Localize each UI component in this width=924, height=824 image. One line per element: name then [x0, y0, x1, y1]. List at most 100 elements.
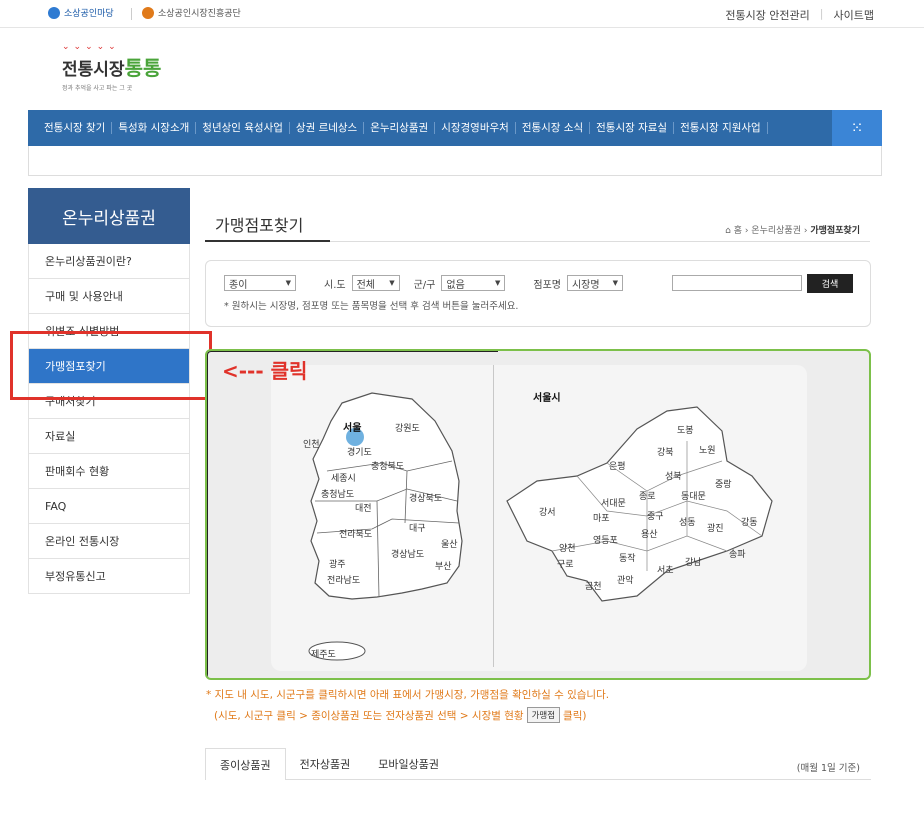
- keyword-input[interactable]: [672, 275, 802, 291]
- side-item-faq[interactable]: FAQ: [28, 489, 190, 524]
- side-menu-title: 온누리상품권: [28, 188, 190, 244]
- seoul-label-seocho[interactable]: 서초: [657, 565, 674, 576]
- seoul-label-jungnang[interactable]: 중랑: [715, 478, 732, 490]
- breadcrumb: ⌂ 홈 › 온누리상품권 › 가맹점포찾기: [725, 226, 860, 236]
- tab-mobile-voucher[interactable]: 모바일상품권: [364, 748, 453, 780]
- logo-title-a: 전통시장: [62, 60, 125, 80]
- side-item-online-market[interactable]: 온라인 전통시장: [28, 524, 190, 559]
- map-label-ulsan[interactable]: 울산: [441, 539, 458, 550]
- utility-bar: 소상공인마당 소상공인시장진흥공단 전통시장 안전관리 | 사이트맵: [0, 0, 924, 28]
- seoul-label-seodaemun[interactable]: 서대문: [601, 498, 626, 509]
- seoul-map[interactable]: [506, 406, 773, 602]
- seoul-label-yeongdeungpo[interactable]: 영등포: [593, 535, 618, 546]
- nav-item-archive[interactable]: 전통시장 자료실: [590, 122, 675, 134]
- semas-logo[interactable]: 소상공인시장진흥공단: [142, 6, 241, 19]
- breadcrumb-home[interactable]: 홈: [734, 226, 742, 236]
- nav-item-young-merchant[interactable]: 청년상인 육성사업: [196, 122, 290, 134]
- nav-item-news[interactable]: 전통시장 소식: [516, 122, 591, 134]
- notice-steps-text: (시도, 시군구 클릭 > 종이상품권 또는 전자상품권 선택 > 시장별 현황: [214, 709, 524, 722]
- seoul-label-seongdong[interactable]: 성동: [679, 517, 696, 528]
- seoul-label-songpa[interactable]: 송파: [729, 549, 746, 560]
- store-label: 점포명: [533, 279, 561, 291]
- sosang-madang-logo[interactable]: 소상공인마당: [48, 6, 114, 19]
- seoul-label-gwanak[interactable]: 관악: [617, 574, 634, 586]
- map-label-seoul[interactable]: 서울: [343, 421, 361, 434]
- notice-steps-end: 클릭): [563, 709, 587, 722]
- nav-item-support[interactable]: 전통시장 지원사업: [674, 122, 768, 134]
- seoul-label-jongno[interactable]: 종로: [639, 491, 656, 502]
- nav-item-special-market[interactable]: 특성화 시장소개: [112, 122, 197, 134]
- logo1-text: 소상공인마당: [64, 9, 114, 19]
- seoul-label-dongjak[interactable]: 동작: [619, 553, 636, 564]
- grid-menu-button[interactable]: ⁙: [832, 110, 882, 146]
- seoul-label-junggu[interactable]: 중구: [647, 511, 664, 522]
- seoul-label-nowon[interactable]: 노원: [699, 445, 716, 456]
- seoul-label-gangseo[interactable]: 강서: [539, 507, 556, 518]
- map-label-jeju[interactable]: 제주도: [311, 649, 336, 660]
- map-label-gyeongnam[interactable]: 경상남도: [391, 548, 424, 560]
- search-button[interactable]: 검색: [807, 274, 853, 293]
- seoul-label-mapo[interactable]: 마포: [593, 513, 610, 524]
- nav-item-renaissance[interactable]: 상권 르네상스: [290, 122, 365, 134]
- breadcrumb-current: 가맹점포찾기: [810, 226, 860, 236]
- seoul-label-guro[interactable]: 구로: [557, 559, 574, 570]
- sitemap-link[interactable]: 사이트맵: [834, 7, 874, 23]
- logo2-text: 소상공인시장진흥공단: [158, 9, 241, 19]
- map-label-daegu[interactable]: 대구: [409, 523, 426, 534]
- seoul-label-dongdaemun[interactable]: 동대문: [681, 491, 706, 502]
- map-notice: * 지도 내 시도, 시군구를 클릭하시면 아래 표에서 가맹시장, 가맹점을 …: [206, 689, 610, 701]
- nav-item-find-market[interactable]: 전통시장 찾기: [38, 122, 113, 134]
- map-label-gangwon[interactable]: 강원도: [395, 423, 420, 434]
- gugun-select-value: 없음: [446, 279, 465, 291]
- sido-select[interactable]: 전체 ▼: [351, 275, 400, 291]
- store-select-value: 시장명: [571, 279, 600, 291]
- seoul-label-gwangjin[interactable]: 광진: [707, 522, 724, 534]
- map-label-busan[interactable]: 부산: [435, 561, 452, 572]
- tab-paper-voucher[interactable]: 종이상품권: [205, 748, 286, 780]
- chevron-down-icon: ▼: [494, 279, 501, 287]
- side-item-purchase-guide[interactable]: 구매 및 사용안내: [28, 279, 190, 314]
- divider: [131, 8, 132, 20]
- side-item-about[interactable]: 온누리상품권이란?: [28, 244, 190, 279]
- seoul-label-yongsan[interactable]: 용산: [641, 529, 658, 540]
- logo-tagline: 정과 추억을 사고 파는 그 곳: [62, 85, 133, 92]
- seoul-label-gangbuk[interactable]: 강북: [657, 447, 674, 458]
- map-label-gyeongbuk[interactable]: 경상북도: [409, 492, 442, 504]
- seoul-label-gangnam[interactable]: 강남: [685, 557, 702, 568]
- nav-item-onnuri[interactable]: 온누리상품권: [364, 122, 436, 134]
- seoul-label-yangcheon[interactable]: 양천: [559, 543, 576, 554]
- map-label-gwangju[interactable]: 광주: [329, 558, 346, 570]
- logo-title-b-wrap: 통통: [125, 52, 162, 81]
- breadcrumb-onnuri[interactable]: 온누리상품권: [751, 226, 801, 236]
- nav-item-voucher[interactable]: 시장경영바우처: [435, 122, 516, 134]
- seoul-label-dobong[interactable]: 도봉: [677, 425, 694, 436]
- sub-nav-bar: [28, 146, 882, 176]
- map-label-incheon[interactable]: 인천: [303, 439, 320, 450]
- gugun-select[interactable]: 없음 ▼: [441, 275, 506, 291]
- semas-logo-icon: [142, 6, 154, 19]
- main-nav: 전통시장 찾기 특성화 시장소개 청년상인 육성사업 상권 르네상스 온누리상품…: [28, 110, 882, 146]
- store-select[interactable]: 시장명 ▼: [566, 275, 623, 291]
- seoul-label-geumcheon[interactable]: 금천: [585, 581, 602, 592]
- site-logo[interactable]: ⌄⌄⌄⌄⌄ 전통시장통통 정과 추억을 사고 파는 그 곳: [62, 42, 172, 102]
- map-label-sejong[interactable]: 세종시: [331, 473, 356, 484]
- side-item-archive[interactable]: 자료실: [28, 419, 190, 454]
- side-item-report[interactable]: 부정유통신고: [28, 559, 190, 594]
- tab-electronic-voucher[interactable]: 전자상품권: [286, 748, 365, 780]
- map-label-jeonbuk[interactable]: 전라북도: [339, 529, 372, 540]
- map-label-gyeonggi[interactable]: 경기도: [347, 446, 372, 458]
- seoul-label-seongbuk[interactable]: 성북: [665, 471, 682, 482]
- map-label-daejeon[interactable]: 대전: [355, 503, 372, 514]
- map-label-jeonnam[interactable]: 전라남도: [327, 575, 360, 586]
- side-item-sales-status[interactable]: 판매회수 현황: [28, 454, 190, 489]
- map-label-chungbuk[interactable]: 충청북도: [371, 461, 404, 472]
- safety-link[interactable]: 전통시장 안전관리: [725, 7, 809, 23]
- seoul-label-eunpyeong[interactable]: 은평: [609, 461, 626, 472]
- map-label-chungnam[interactable]: 충청남도: [321, 489, 354, 500]
- type-select[interactable]: 종이 ▼: [224, 275, 296, 291]
- divider: [330, 241, 870, 242]
- chevron-down-icon: ▼: [285, 279, 291, 287]
- seoul-label-gangdong[interactable]: 강동: [741, 517, 758, 528]
- home-icon: ⌂: [725, 226, 731, 236]
- highlight-box: [10, 331, 212, 400]
